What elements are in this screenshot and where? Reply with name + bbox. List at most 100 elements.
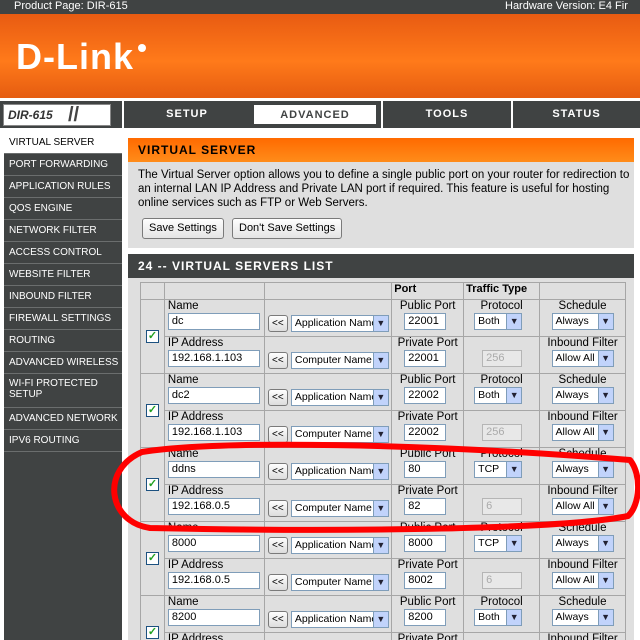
inbound-filter-select[interactable]: Allow All ▼ xyxy=(551,572,614,589)
sidebar-item-ipv6-routing[interactable]: IPV6 ROUTING xyxy=(4,430,122,452)
name-input[interactable]: 8000 xyxy=(167,535,260,552)
apply-computer-button[interactable]: << xyxy=(267,500,288,517)
private-port-input[interactable]: 22001 xyxy=(404,350,447,367)
apply-application-button[interactable]: << xyxy=(267,463,288,480)
name-label: Name xyxy=(167,448,199,460)
table-header-row: Port Traffic Type xyxy=(140,282,626,300)
protocol-label: Protocol xyxy=(480,374,523,386)
table-row: ✓ Name dc2 << Application Name ▼ Public Port 22… xyxy=(140,373,626,448)
dlink-logo: D-Link xyxy=(16,36,134,77)
sidebar-item-advanced-wireless[interactable]: ADVANCED WIRELESS xyxy=(4,352,122,374)
inbound-filter-select[interactable]: Allow All ▼ xyxy=(551,350,614,367)
application-name-select[interactable]: Application Name ▼ xyxy=(290,315,389,332)
inbound-filter-select[interactable]: Allow All ▼ xyxy=(551,424,614,441)
apply-computer-button[interactable]: << xyxy=(267,352,288,369)
protocol-select[interactable]: Both ▼ xyxy=(474,313,523,330)
tab-setup[interactable]: SETUP xyxy=(122,101,250,128)
name-input[interactable]: dc xyxy=(167,313,260,330)
protocol-label: Protocol xyxy=(480,522,523,534)
ip-address-input[interactable]: 192.168.1.103 xyxy=(167,424,260,441)
tab-status[interactable]: STATUS xyxy=(511,101,640,128)
table-row: IP Address 192.168.0.5 << Computer Name ▼ Pri… xyxy=(141,484,626,522)
apply-application-button[interactable]: << xyxy=(267,611,288,628)
name-input[interactable]: ddns xyxy=(167,461,260,478)
public-port-input[interactable]: 22002 xyxy=(404,387,447,404)
schedule-select[interactable]: Always ▼ xyxy=(551,535,614,552)
save-settings-button[interactable]: Save Settings xyxy=(142,218,224,239)
ip-address-input[interactable]: 192.168.1.103 xyxy=(167,350,260,367)
public-port-input[interactable]: 22001 xyxy=(404,313,447,330)
enable-cell: ✓ xyxy=(140,299,165,374)
protocol-select[interactable]: TCP ▼ xyxy=(474,461,523,478)
tab-advanced[interactable]: ADVANCED xyxy=(252,103,378,126)
public-port-label: Public Port xyxy=(399,300,456,312)
application-name-select[interactable]: Application Name ▼ xyxy=(290,537,389,554)
enable-checkbox[interactable]: ✓ xyxy=(146,478,159,491)
protocol-select[interactable]: Both ▼ xyxy=(474,609,523,626)
private-port-input[interactable]: 8002 xyxy=(404,572,447,589)
ip-address-label: IP Address xyxy=(167,559,224,571)
sidebar-item-application-rules[interactable]: APPLICATION RULES xyxy=(4,176,122,198)
sidebar-item-routing[interactable]: ROUTING xyxy=(4,330,122,352)
virtual-servers-list-title: 24 -- VIRTUAL SERVERS LIST xyxy=(138,259,334,273)
public-port-input[interactable]: 80 xyxy=(404,461,447,478)
private-port-label: Private Port xyxy=(397,559,458,571)
protocol-label: Protocol xyxy=(480,448,523,460)
ip-address-input[interactable]: 192.168.0.5 xyxy=(167,498,260,515)
computer-name-select[interactable]: Computer Name ▼ xyxy=(290,500,389,517)
computer-name-select[interactable]: Computer Name ▼ xyxy=(290,426,389,443)
sidebar-item-inbound-filter[interactable]: INBOUND FILTER xyxy=(4,286,122,308)
application-name-select[interactable]: Application Name ▼ xyxy=(290,611,389,628)
inbound-filter-label: Inbound Filter xyxy=(547,411,618,423)
sidebar-item-access-control[interactable]: ACCESS CONTROL xyxy=(4,242,122,264)
sidebar-item-qos-engine[interactable]: QOS ENGINE xyxy=(4,198,122,220)
dropdown-arrow-icon: ▼ xyxy=(597,610,613,625)
sidebar-item-virtual-server[interactable]: VIRTUAL SERVER xyxy=(4,132,122,154)
dropdown-arrow-icon: ▼ xyxy=(597,462,613,477)
inbound-filter-select[interactable]: Allow All ▼ xyxy=(551,498,614,515)
apply-computer-button[interactable]: << xyxy=(267,426,288,443)
apply-application-button[interactable]: << xyxy=(267,389,288,406)
enable-checkbox[interactable]: ✓ xyxy=(146,552,159,565)
private-port-input[interactable]: 22002 xyxy=(404,424,447,441)
sidebar-item-network-filter[interactable]: NETWORK FILTER xyxy=(4,220,122,242)
schedule-select[interactable]: Always ▼ xyxy=(551,387,614,404)
protocol-number-input: 256 xyxy=(482,350,523,367)
schedule-select[interactable]: Always ▼ xyxy=(551,313,614,330)
dropdown-arrow-icon: ▼ xyxy=(597,499,613,514)
table-row: IP Address 192.168.0.5 << Computer Name ▼ Pri… xyxy=(141,558,626,596)
schedule-select[interactable]: Always ▼ xyxy=(551,461,614,478)
dropdown-arrow-icon: ▼ xyxy=(372,353,388,368)
private-port-input[interactable]: 82 xyxy=(404,498,447,515)
application-name-select[interactable]: Application Name ▼ xyxy=(290,389,389,406)
protocol-select[interactable]: TCP ▼ xyxy=(474,535,523,552)
computer-name-select[interactable]: Computer Name ▼ xyxy=(290,574,389,591)
name-input[interactable]: dc2 xyxy=(167,387,260,404)
enable-checkbox[interactable]: ✓ xyxy=(146,404,159,417)
application-name-select[interactable]: Application Name ▼ xyxy=(290,463,389,480)
enable-checkbox[interactable]: ✓ xyxy=(146,330,159,343)
name-input[interactable]: 8200 xyxy=(167,609,260,626)
enable-checkbox[interactable]: ✓ xyxy=(146,626,159,639)
sidebar-item-wifi-protected-setup[interactable]: WI-FI PROTECTED SETUP xyxy=(4,374,122,408)
apply-computer-button[interactable]: << xyxy=(267,574,288,591)
schedule-select[interactable]: Always ▼ xyxy=(551,609,614,626)
public-port-input[interactable]: 8200 xyxy=(404,609,447,626)
sidebar-item-advanced-network[interactable]: ADVANCED NETWORK xyxy=(4,408,122,430)
public-port-input[interactable]: 8000 xyxy=(404,535,447,552)
schedule-label: Schedule xyxy=(558,596,607,608)
sidebar-item-port-forwarding[interactable]: PORT FORWARDING xyxy=(4,154,122,176)
table-row: IP Address 192.168.1.103 << Computer Name ▼ P… xyxy=(141,410,626,448)
virtual-server-title: VIRTUAL SERVER xyxy=(138,143,257,157)
computer-name-select[interactable]: Computer Name ▼ xyxy=(290,352,389,369)
protocol-select[interactable]: Both ▼ xyxy=(474,387,523,404)
virtual-servers-table: Port Traffic Type ✓ Name dc << Application N… xyxy=(140,282,626,640)
sidebar-item-firewall-settings[interactable]: FIREWALL SETTINGS xyxy=(4,308,122,330)
apply-application-button[interactable]: << xyxy=(267,537,288,554)
tab-tools[interactable]: TOOLS xyxy=(381,101,511,128)
dont-save-settings-button[interactable]: Don't Save Settings xyxy=(232,218,343,239)
apply-application-button[interactable]: << xyxy=(267,315,288,332)
name-label: Name xyxy=(167,374,199,386)
ip-address-input[interactable]: 192.168.0.5 xyxy=(167,572,260,589)
sidebar-item-website-filter[interactable]: WEBSITE FILTER xyxy=(4,264,122,286)
